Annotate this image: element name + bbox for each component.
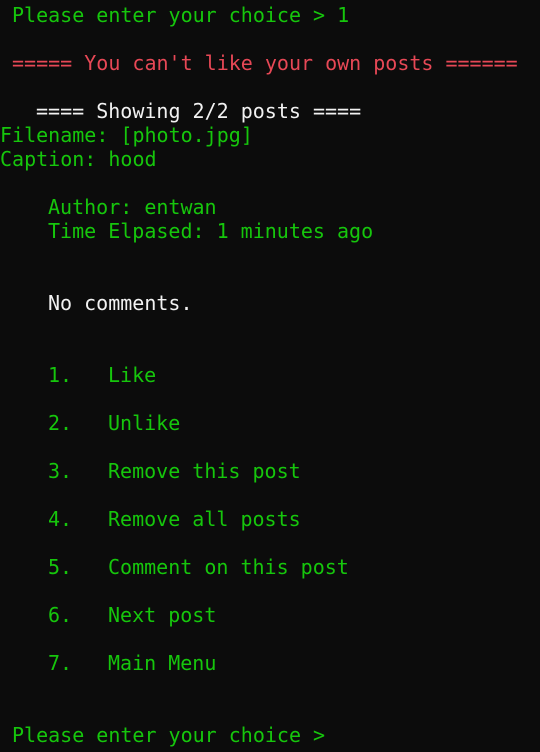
menu-item-label: Main Menu: [108, 651, 217, 675]
menu-item-like: 1. Like: [48, 363, 156, 387]
menu-item-label: Next post: [108, 603, 217, 627]
prompt-text: Please enter your choice >: [12, 723, 326, 747]
menu-item-number: 4.: [48, 507, 73, 531]
menu-item-comment: 5. Comment on this post: [48, 555, 349, 579]
menu-item-number: 6.: [48, 603, 73, 627]
menu-item-number: 2.: [48, 411, 73, 435]
post-author: Author: entwan: [48, 195, 217, 219]
menu-item-label: Remove this post: [108, 459, 301, 483]
prompt-line-top: Please enter your choice > 1: [12, 3, 350, 27]
comments-status: No comments.: [48, 291, 193, 315]
terminal-window[interactable]: Please enter your choice > 1 ===== You c…: [0, 0, 540, 752]
menu-item-number: 3.: [48, 459, 73, 483]
post-filename: Filename: [photo.jpg]: [0, 123, 253, 147]
menu-item-number: 1.: [48, 363, 73, 387]
menu-item-remove-all-posts: 4. Remove all posts: [48, 507, 301, 531]
error-message: ===== You can't like your own posts ====…: [12, 51, 518, 75]
menu-item-main-menu: 7. Main Menu: [48, 651, 216, 675]
prompt-line-bottom[interactable]: Please enter your choice >: [12, 723, 335, 747]
post-caption: Caption: hood: [0, 147, 157, 171]
menu-item-label: Remove all posts: [108, 507, 301, 531]
menu-item-label: Comment on this post: [108, 555, 349, 579]
menu-item-number: 5.: [48, 555, 73, 579]
menu-item-label: Like: [108, 363, 157, 387]
menu-item-remove-this-post: 3. Remove this post: [48, 459, 301, 483]
menu-item-label: Unlike: [108, 411, 181, 435]
menu-item-unlike: 2. Unlike: [48, 411, 180, 435]
showing-posts-header: ==== Showing 2/2 posts ====: [36, 99, 362, 123]
post-time-elapsed: Time Elpased: 1 minutes ago: [48, 219, 374, 243]
menu-item-next-post: 6. Next post: [48, 603, 216, 627]
menu-item-number: 7.: [48, 651, 73, 675]
